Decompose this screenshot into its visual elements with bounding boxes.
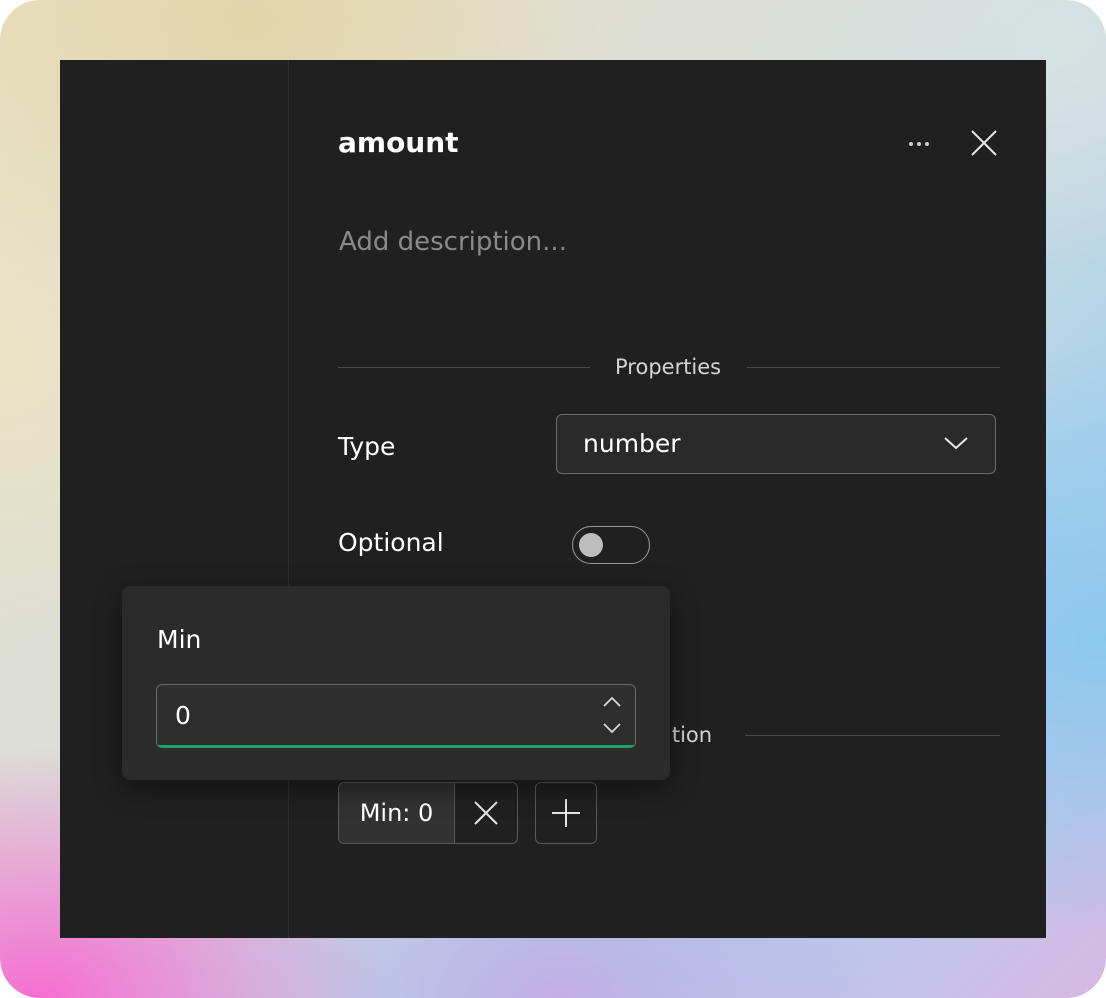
left-pane bbox=[60, 60, 289, 938]
type-label: Type bbox=[338, 432, 396, 461]
toggle-knob bbox=[579, 533, 603, 557]
chevron-down-icon bbox=[603, 723, 621, 734]
focus-accent-bar bbox=[157, 745, 635, 748]
properties-section-header: Properties bbox=[338, 352, 1000, 382]
type-dropdown[interactable]: number bbox=[556, 414, 996, 474]
remove-validation-button[interactable] bbox=[455, 783, 517, 843]
close-icon bbox=[971, 130, 997, 156]
more-horizontal-icon bbox=[909, 142, 929, 146]
close-icon bbox=[474, 801, 498, 825]
min-label: Min bbox=[157, 625, 202, 654]
optional-label: Optional bbox=[338, 528, 444, 557]
more-options-button[interactable] bbox=[897, 126, 941, 162]
property-panel: amount Properties Type number bbox=[289, 60, 1046, 938]
plus-icon bbox=[552, 799, 580, 827]
app-window: amount Properties Type number bbox=[60, 60, 1046, 938]
properties-section-title: Properties bbox=[615, 355, 722, 379]
validation-chip-label[interactable]: Min: 0 bbox=[339, 783, 455, 843]
decrement-button[interactable] bbox=[601, 719, 623, 737]
optional-toggle[interactable] bbox=[572, 526, 650, 564]
add-validation-button[interactable] bbox=[535, 782, 597, 844]
increment-button[interactable] bbox=[601, 693, 623, 711]
validation-chip-min: Min: 0 bbox=[338, 782, 518, 844]
min-number-input[interactable] bbox=[175, 695, 575, 735]
desktop-background: amount Properties Type number bbox=[0, 0, 1106, 998]
chevron-up-icon bbox=[603, 696, 621, 707]
type-dropdown-value: number bbox=[583, 429, 681, 458]
min-value-popover: Min bbox=[122, 586, 670, 780]
panel-title: amount bbox=[338, 126, 459, 159]
chevron-down-icon bbox=[944, 437, 968, 450]
description-input[interactable] bbox=[339, 220, 899, 264]
close-panel-button[interactable] bbox=[965, 124, 1003, 162]
min-number-box bbox=[156, 684, 636, 748]
